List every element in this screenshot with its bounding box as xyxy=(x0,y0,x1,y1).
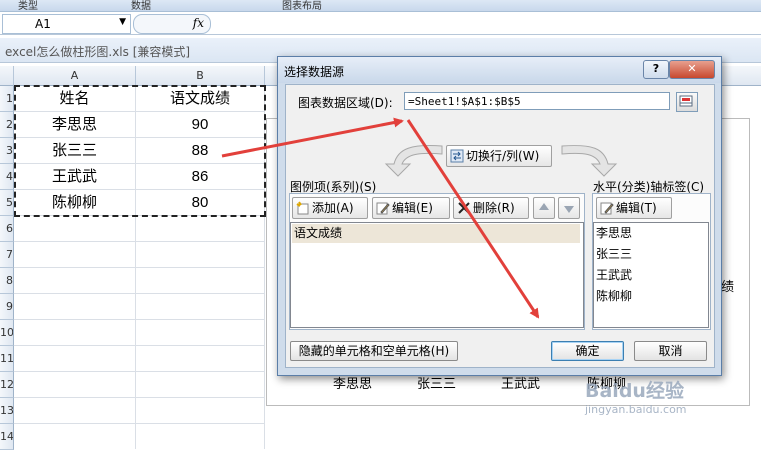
red-arrow-to-range xyxy=(221,117,404,158)
red-arrow-to-ok xyxy=(406,119,540,319)
baidu-watermark: Baidu经验 jingyan.baidu.com xyxy=(585,376,687,416)
watermark-main: Baidu经验 xyxy=(585,380,684,402)
watermark-sub: jingyan.baidu.com xyxy=(585,403,687,416)
